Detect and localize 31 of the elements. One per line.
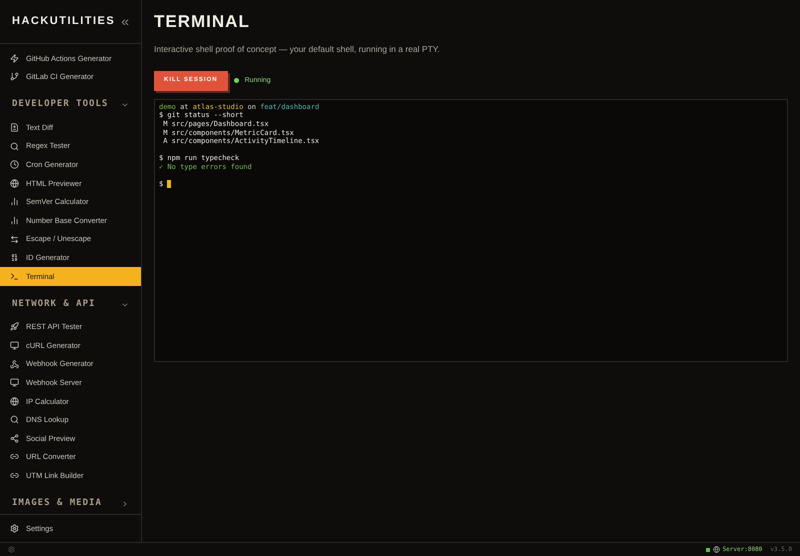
globe-icon	[712, 546, 720, 553]
item-icon	[10, 434, 19, 443]
item-icon	[10, 253, 19, 262]
settings-icon	[10, 524, 19, 533]
item-icon	[10, 160, 19, 170]
item-icon	[10, 142, 19, 151]
item-icon	[10, 322, 19, 332]
section-header[interactable]: NETWORK & API	[12, 298, 96, 312]
page-description: Interactive shell proof of concept — your default shell, running in a real PTY.	[154, 43, 441, 56]
item-icon	[10, 378, 19, 388]
item-icon	[10, 72, 19, 82]
item-icon	[10, 360, 19, 369]
settings-icon	[8, 546, 15, 553]
item-icon	[10, 471, 19, 480]
item-icon	[10, 122, 19, 132]
page-title: TERMINAL	[154, 12, 251, 32]
section-header[interactable]: DEVELOPER TOOLS	[12, 98, 108, 112]
brand-title: HACKUTILITIES	[12, 14, 116, 30]
item-icon	[10, 197, 19, 206]
item-icon	[10, 340, 19, 350]
collapse-button[interactable]: «	[121, 11, 129, 32]
item-icon	[10, 234, 19, 244]
chevron-icon[interactable]	[121, 500, 129, 508]
item-icon	[10, 415, 19, 424]
item-icon	[10, 216, 19, 225]
item-icon	[10, 54, 19, 63]
item-icon	[10, 272, 19, 281]
item-icon	[10, 178, 19, 188]
section-header[interactable]: IMAGES & MEDIA	[12, 497, 102, 511]
item-icon	[10, 396, 19, 406]
item-icon	[10, 452, 19, 462]
